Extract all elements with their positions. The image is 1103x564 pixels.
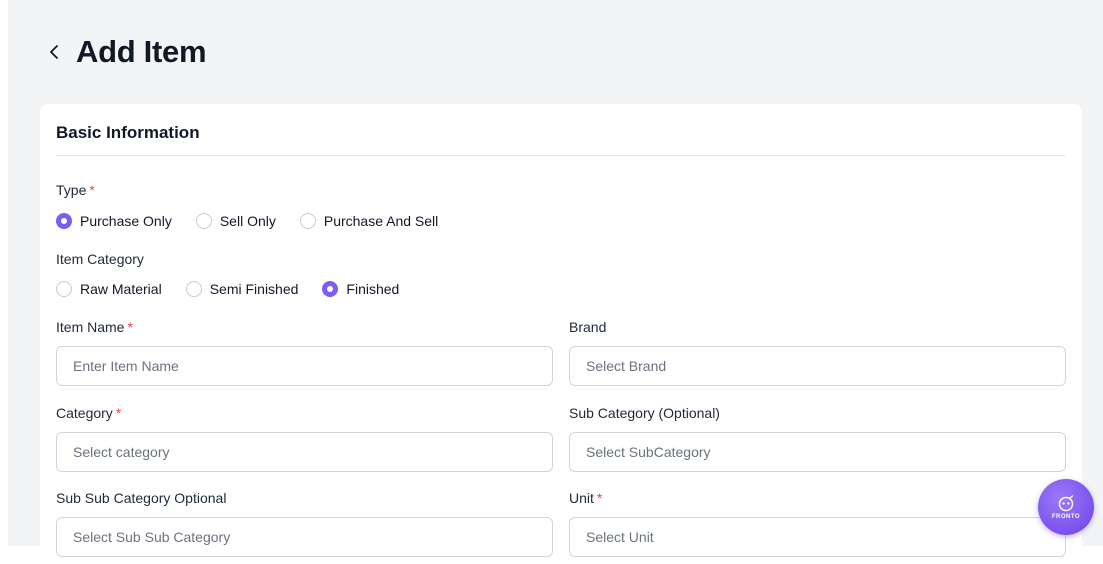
radio-sell-only[interactable]: Sell Only [195, 213, 276, 229]
radio-button-checked[interactable] [56, 213, 72, 229]
radio-label: Raw Material [80, 281, 162, 297]
category-label-text: Category [56, 405, 113, 421]
radio-purchase-and-sell[interactable]: Purchase And Sell [299, 213, 439, 229]
item-name-label: Item Name * [56, 319, 133, 335]
radio-label: Sell Only [219, 213, 276, 229]
radio-finished[interactable]: Finished [322, 281, 399, 297]
item-name-input[interactable] [56, 346, 553, 386]
sub-sub-category-label: Sub Sub Category Optional [56, 490, 227, 506]
radio-raw-material[interactable]: Raw Material [56, 281, 162, 297]
page-header: Add Item [44, 34, 207, 70]
radio-semi-finished[interactable]: Semi Finished [185, 281, 299, 297]
type-label-text: Type [56, 182, 87, 198]
type-radio-group: Purchase Only Sell Only Purchase And Sel… [56, 213, 462, 229]
sub-category-select[interactable] [569, 432, 1066, 472]
unit-select[interactable] [569, 517, 1066, 557]
required-mark: * [89, 182, 95, 198]
radio-button[interactable] [185, 281, 202, 297]
page-title: Add Item [76, 34, 207, 69]
brand-label: Brand [569, 319, 607, 335]
assistant-fab-button[interactable]: FRONTO [1038, 479, 1094, 535]
section-title: Basic Information [56, 123, 200, 142]
category-label: Category * [56, 405, 121, 421]
section-divider [56, 155, 1066, 156]
sub-sub-category-select[interactable] [56, 517, 553, 557]
unit-label: Unit * [569, 490, 602, 506]
radio-purchase-only[interactable]: Purchase Only [56, 213, 172, 229]
required-mark: * [127, 319, 133, 335]
radio-label: Semi Finished [209, 281, 299, 297]
chevron-left-icon [50, 45, 58, 59]
back-button[interactable] [44, 42, 64, 62]
radio-button[interactable] [56, 281, 72, 297]
brand-select[interactable] [569, 346, 1066, 386]
sub-category-label: Sub Category (Optional) [569, 405, 720, 421]
radio-label: Finished [346, 281, 400, 297]
category-select[interactable] [56, 432, 553, 472]
item-name-label-text: Item Name [56, 319, 125, 335]
type-label: Type * [56, 182, 95, 198]
required-mark: * [115, 405, 122, 421]
radio-button[interactable] [299, 213, 316, 229]
assistant-bot-icon [1058, 494, 1074, 511]
required-mark: * [596, 490, 603, 506]
fab-label: FRONTO [1051, 513, 1081, 520]
radio-label: Purchase Only [80, 213, 172, 229]
radio-label: Purchase And Sell [323, 213, 439, 229]
page-background: Add Item Basic Information Type * Purchas… [8, 0, 1103, 564]
item-category-label: Item Category [56, 251, 144, 267]
basic-information-card: Basic Information Type * Purchase Only Se… [40, 104, 1082, 564]
item-category-radio-group: Raw Material Semi Finished Finished [56, 281, 423, 297]
radio-button[interactable] [195, 213, 212, 229]
unit-label-text: Unit [569, 490, 594, 506]
radio-button-checked[interactable] [322, 281, 339, 297]
